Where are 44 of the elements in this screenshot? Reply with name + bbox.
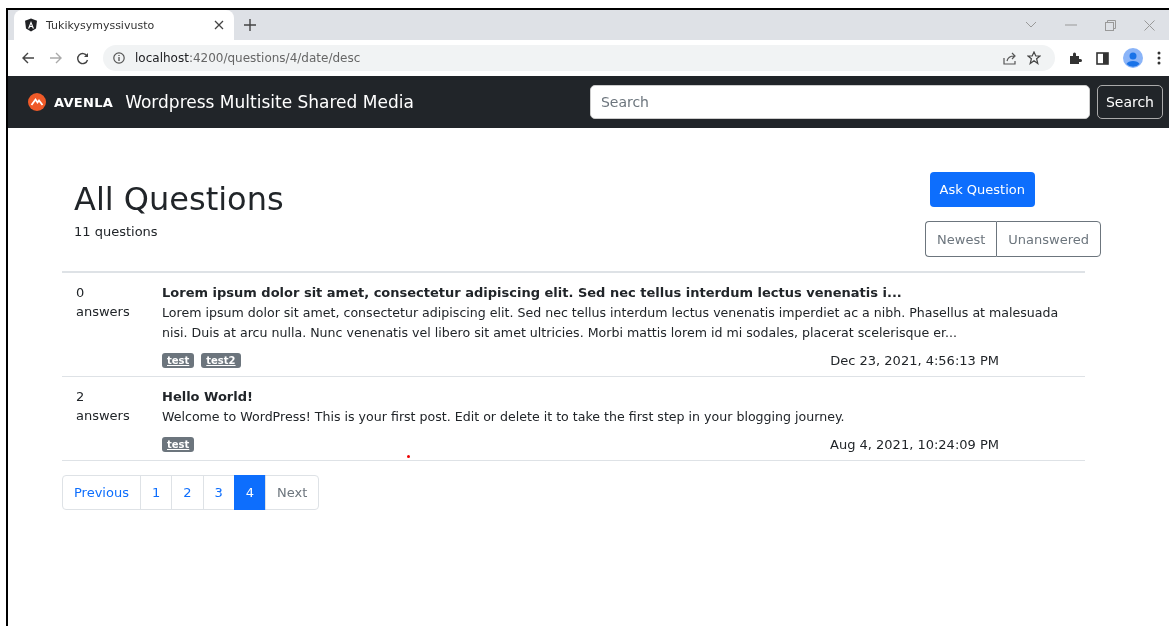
question-count: 11 questions: [74, 224, 159, 239]
question-title[interactable]: Lorem ipsum dolor sit amet, consectetur adipiscing elit. Sed nec tellus interdum lectus venenatis i...: [162, 285, 1079, 300]
answer-count: 2: [76, 389, 86, 404]
close-icon[interactable]: [214, 20, 224, 30]
browser-tab[interactable]: Tukikysymyssivusto: [14, 10, 234, 40]
tag-badge[interactable]: test: [162, 437, 195, 452]
ask-question-button[interactable]: Ask Question: [929, 172, 1035, 207]
logo-icon[interactable]: [28, 93, 46, 111]
tag-badge[interactable]: test2: [201, 353, 241, 368]
page-link[interactable]: 3: [202, 475, 235, 510]
answers-label: answers: [76, 408, 131, 423]
back-icon[interactable]: [22, 52, 35, 64]
page-link[interactable]: 2: [171, 475, 204, 510]
site-title[interactable]: Wordpress Multisite Shared Media: [125, 92, 414, 112]
answers-label: answers: [76, 304, 131, 319]
answer-count: 0: [76, 285, 86, 300]
menu-icon[interactable]: [1157, 51, 1161, 65]
brand-name[interactable]: AVENLA: [54, 94, 114, 110]
question-date: Aug 4, 2021, 10:24:09 PM: [830, 437, 999, 452]
reload-icon[interactable]: [76, 51, 89, 65]
url-text: localhost:4200/questions/4/date/desc: [135, 51, 361, 65]
share-icon[interactable]: [1003, 51, 1017, 65]
question-date: Dec 23, 2021, 4:56:13 PM: [830, 353, 999, 368]
sort-button[interactable]: Unanswered: [996, 221, 1101, 257]
tag-badge[interactable]: test: [162, 353, 195, 368]
info-icon: [113, 52, 125, 64]
question-excerpt: Welcome to WordPress! This is your first post. Edit or delete it to take the first step in your blogging journey.: [162, 408, 846, 426]
angular-icon: [24, 18, 38, 32]
side-panel-icon[interactable]: [1096, 51, 1109, 65]
star-icon[interactable]: [1027, 51, 1041, 65]
tab-title: Tukikysymyssivusto: [46, 18, 156, 32]
question-title[interactable]: Hello World!: [162, 389, 1079, 404]
page-link[interactable]: Previous: [62, 475, 141, 510]
address-bar[interactable]: localhost:4200/questions/4/date/desc: [103, 45, 1055, 71]
question-excerpt: Lorem ipsum dolor sit amet, consectetur adipiscing elit. Sed nec tellus interdum lectus venenatis imperdiet ac a nibh. Phasellus at malesuada nisi. Duis at arcu nulla. Nunc venenatis vel libero sit amet ultricies. Morbi mattis lorem id mi sodales, placerat scelerisque er...: [162, 304, 1060, 342]
puzzle-icon[interactable]: [1069, 51, 1082, 65]
new-tab-icon[interactable]: [244, 19, 256, 31]
search-field[interactable]: Search: [589, 85, 1090, 119]
search-button[interactable]: Search: [1096, 85, 1163, 119]
avatar-icon[interactable]: [1123, 48, 1143, 68]
page-link[interactable]: Next: [265, 475, 320, 510]
page-heading: All Questions: [74, 180, 284, 218]
sort-button[interactable]: Newest: [925, 221, 997, 257]
dot-mark: [407, 455, 410, 458]
